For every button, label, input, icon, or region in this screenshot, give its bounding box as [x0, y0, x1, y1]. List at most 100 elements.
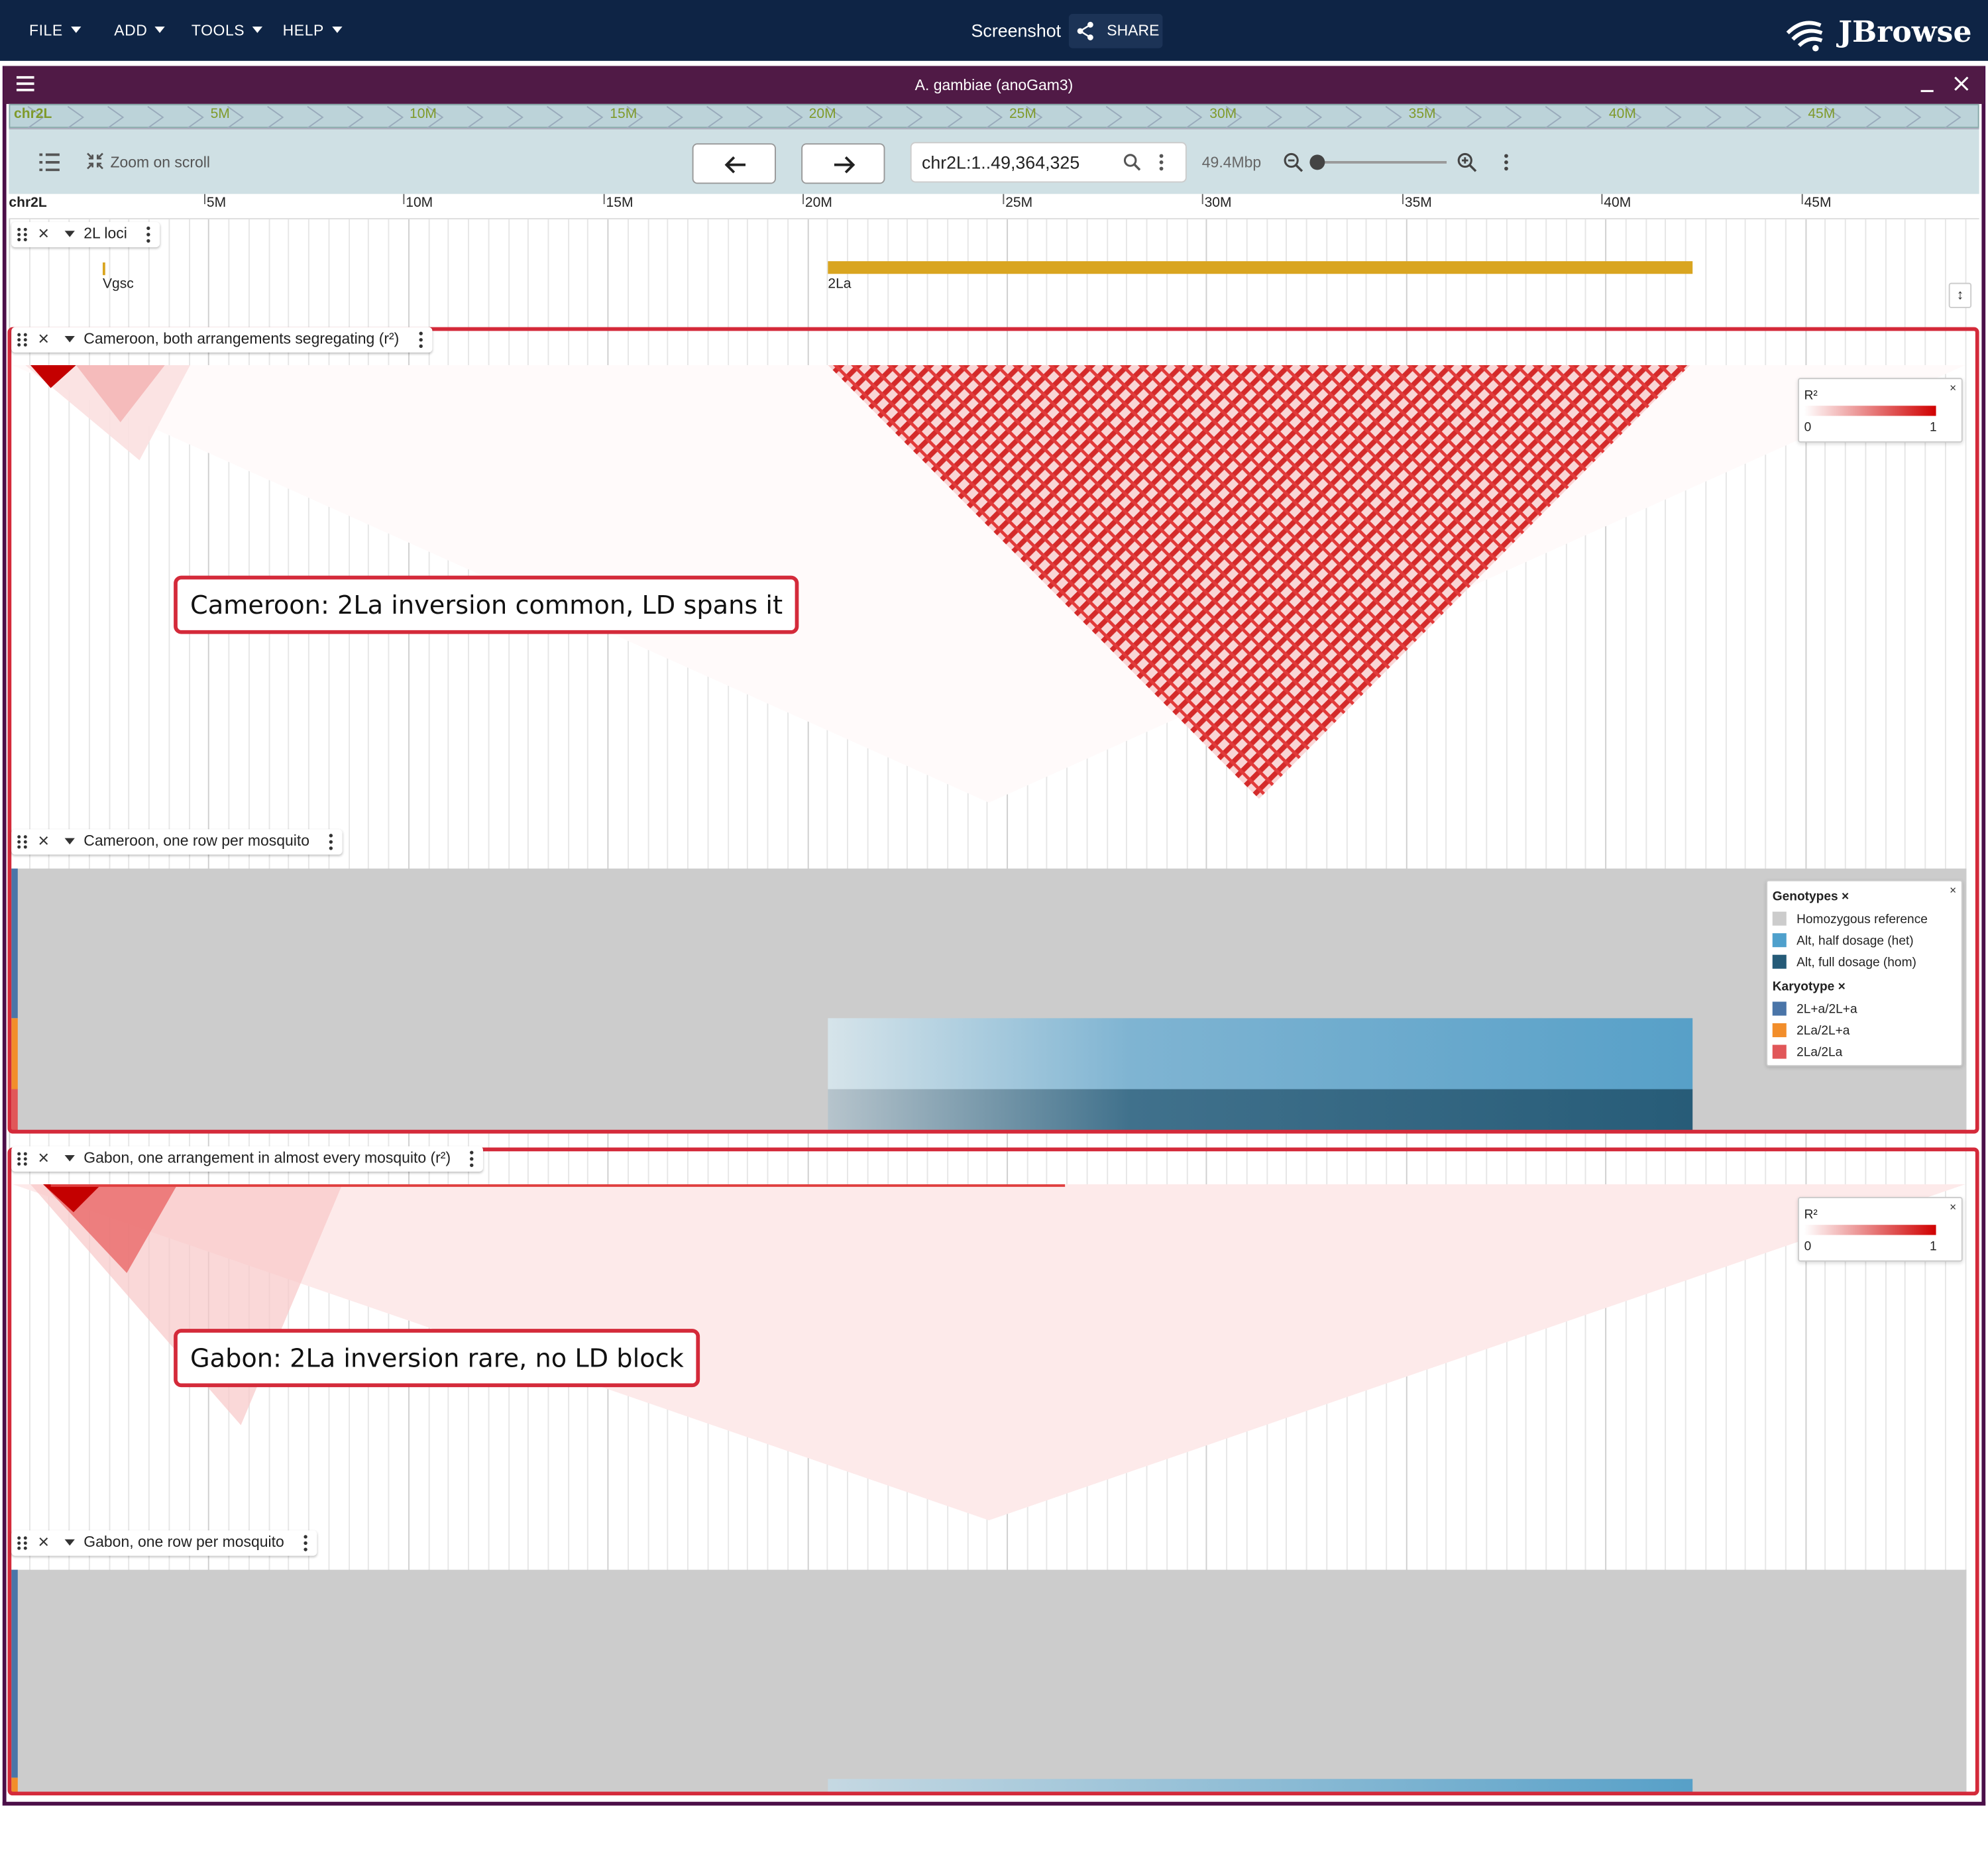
ruler[interactable]: chr2L 5M 10M 15M 20M 25M 30M 35M 40M 45M [9, 194, 1979, 219]
cameroon-highlight-box [7, 327, 1979, 1134]
ruler-tick-label: 20M [804, 195, 832, 211]
chevron-down-icon[interactable] [64, 1539, 75, 1546]
ruler-tick [802, 194, 804, 205]
zoom-slider[interactable] [1309, 154, 1447, 170]
drag-handle-icon[interactable] [17, 1536, 29, 1551]
track-height-icon[interactable]: ↕ [1948, 282, 1972, 308]
track-name: Gabon, one row per mosquito [83, 1533, 284, 1551]
track-name: Cameroon, both arrangements segregating … [83, 329, 400, 348]
menu-add[interactable]: ADD [114, 22, 166, 39]
track-name: Cameroon, one row per mosquito [83, 832, 310, 850]
compress-icon [87, 152, 103, 170]
close-view-icon[interactable] [1954, 76, 1969, 91]
menu-tools[interactable]: TOOLS [192, 22, 262, 39]
track-menu-icon[interactable] [470, 1150, 475, 1168]
vgsc-feature[interactable] [102, 262, 105, 276]
ruler-tick [1801, 194, 1803, 205]
pan-right-button[interactable] [801, 143, 885, 184]
zoom-out-icon[interactable] [1283, 152, 1303, 173]
drag-handle-icon[interactable] [17, 227, 29, 242]
close-track-icon[interactable]: × [38, 1149, 54, 1168]
app-bar: FILE ADD TOOLS HELP Screenshot SHARE JBr… [0, 0, 1988, 61]
pan-left-button[interactable] [692, 143, 776, 184]
chevron-down-icon[interactable] [64, 838, 75, 845]
ruler-tick [1003, 194, 1005, 205]
share-button[interactable]: SHARE [1068, 14, 1163, 48]
overview-chevrons [27, 105, 1961, 129]
menu-file[interactable]: FILE [29, 22, 81, 39]
track-label-cameroon-ld[interactable]: × Cameroon, both arrangements segregatin… [11, 327, 433, 353]
view-toolbar: Zoom on scroll chr2L:1..49,364,325 49.4M… [9, 128, 1979, 194]
drag-handle-icon[interactable] [17, 332, 29, 347]
track-label-gabon-ld[interactable]: × Gabon, one arrangement in almost every… [11, 1146, 484, 1172]
zoom-in-icon[interactable] [1457, 152, 1477, 173]
view-header: A. gambiae (anoGam3) [3, 66, 1985, 104]
ruler-tick-label: 40M [1604, 195, 1631, 211]
track-label-cameroon-rows[interactable]: × Cameroon, one row per mosquito [11, 829, 343, 855]
close-track-icon[interactable]: × [38, 1533, 54, 1552]
overview-scalebar[interactable]: chr2L 5M 10M 15M 20M 25M 30M 35M 40M 45M [9, 103, 1979, 129]
ruler-tick-label: chr2L [9, 195, 47, 211]
track-label-gabon-rows[interactable]: × Gabon, one row per mosquito [11, 1530, 317, 1556]
track-menu-icon[interactable] [146, 226, 152, 244]
2la-feature[interactable] [828, 261, 1693, 274]
ruler-tick-label: 25M [1005, 195, 1033, 211]
logo-mark-icon [1786, 21, 1823, 52]
zoom-on-scroll-toggle[interactable]: Zoom on scroll [86, 152, 211, 172]
bp-per-view: 49.4Mbp [1201, 153, 1262, 172]
arrow-right-icon [834, 156, 856, 174]
track-label-loci[interactable]: × 2L loci [11, 221, 160, 248]
ruler-tick-label: 45M [1804, 195, 1832, 211]
drag-handle-icon[interactable] [17, 1151, 29, 1166]
overview-label: 45M [1808, 106, 1836, 122]
track-name: Gabon, one arrangement in almost every m… [83, 1149, 451, 1167]
arrow-left-icon [724, 156, 746, 174]
ruler-tick-label: 10M [406, 195, 433, 211]
ruler-tick-label: 5M [206, 195, 227, 211]
location-search-input[interactable]: chr2L:1..49,364,325 [910, 142, 1187, 183]
search-icon[interactable] [1123, 154, 1141, 172]
overview-label: 15M [610, 106, 637, 122]
close-track-icon[interactable]: × [38, 832, 54, 851]
overview-label: 40M [1608, 106, 1636, 122]
ruler-tick [403, 194, 405, 205]
view-options-icon[interactable] [1504, 154, 1509, 172]
ruler-tick-label: 35M [1404, 195, 1432, 211]
overview-label: 35M [1408, 106, 1436, 122]
ruler-tick [1201, 194, 1203, 205]
cameroon-annotation: Cameroon: 2La inversion common, LD spans… [174, 575, 799, 634]
share-icon [1077, 21, 1093, 40]
view-title: A. gambiae (anoGam3) [914, 76, 1074, 94]
overview-label: 5M [210, 106, 230, 122]
chevron-down-icon[interactable] [64, 1154, 75, 1162]
track-menu-icon[interactable] [303, 1534, 308, 1552]
track-menu-icon[interactable] [329, 833, 334, 851]
minimize-icon[interactable] [1920, 76, 1935, 94]
zoom-slider-thumb[interactable] [1309, 154, 1325, 170]
ruler-tick-label: 15M [606, 195, 634, 211]
track-name: 2L loci [83, 224, 127, 243]
location-menu-icon[interactable] [1159, 154, 1164, 172]
ruler-tick [1402, 194, 1404, 205]
drag-handle-icon[interactable] [17, 834, 29, 850]
ruler-tick [1601, 194, 1603, 205]
track-menu-icon[interactable] [418, 331, 423, 349]
gabon-annotation: Gabon: 2La inversion rare, no LD block [174, 1329, 700, 1388]
chevron-down-icon[interactable] [64, 336, 75, 343]
logo-text: JBrowse [1838, 15, 1972, 50]
close-track-icon[interactable]: × [38, 329, 54, 349]
session-name[interactable]: Screenshot [971, 21, 1062, 41]
zoom-on-scroll-label: Zoom on scroll [110, 153, 211, 172]
share-label: SHARE [1107, 21, 1160, 40]
overview-label: 25M [1009, 106, 1036, 122]
overview-label: chr2L [14, 106, 52, 122]
chevron-down-icon[interactable] [64, 231, 75, 237]
menu-help[interactable]: HELP [283, 22, 342, 39]
2la-label: 2La [828, 276, 852, 292]
track-selector-icon[interactable] [39, 153, 60, 172]
vgsc-label: Vgsc [102, 276, 134, 292]
overview-label: 30M [1209, 106, 1237, 122]
gabon-highlight-box [7, 1147, 1979, 1796]
close-track-icon[interactable]: × [38, 225, 54, 244]
loci-track: Vgsc 2La ↕ [9, 222, 1979, 323]
